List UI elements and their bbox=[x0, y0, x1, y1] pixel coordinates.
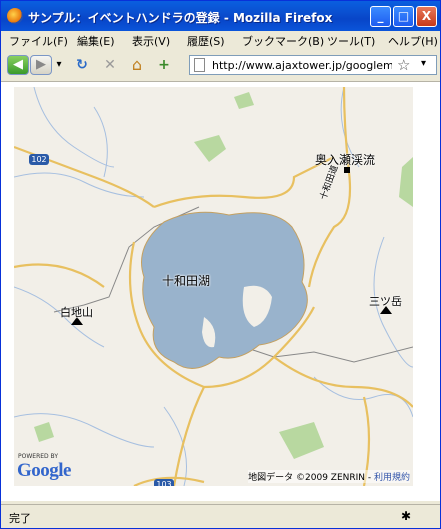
url-bar[interactable]: http://www.ajaxtower.jp/googlemap ☆ ▾ bbox=[189, 55, 437, 75]
addon-icon[interactable]: + bbox=[155, 56, 173, 74]
menu-file[interactable]: ファイル(F) bbox=[9, 33, 68, 49]
mitsudake-label: 三ツ岳 bbox=[369, 295, 402, 308]
route-103-label: 103 bbox=[156, 480, 172, 486]
google-logo[interactable]: Google bbox=[17, 460, 72, 482]
menu-help[interactable]: ヘルプ(H) bbox=[388, 33, 438, 49]
window-title: サンプル：イベントハンドラの登録 - Mozilla Firefox bbox=[28, 11, 333, 25]
forward-button[interactable]: ▶ bbox=[30, 55, 52, 75]
firefox-icon bbox=[7, 8, 23, 24]
google-map[interactable]: 十和田湖 奥入瀬渓流 十和田道 白地山 三ツ岳 102 103 POWERED … bbox=[14, 87, 413, 486]
close-button[interactable]: X bbox=[416, 6, 437, 27]
minimize-button[interactable]: _ bbox=[370, 6, 391, 27]
page-icon bbox=[194, 58, 205, 72]
copyright-text: 地図データ ©2009 ZENRIN - bbox=[248, 473, 374, 483]
reload-icon[interactable]: ↻ bbox=[73, 56, 91, 74]
menu-history[interactable]: 履歴(S) bbox=[187, 33, 225, 49]
menu-bookmarks[interactable]: ブックマーク(B) bbox=[242, 33, 324, 49]
title-bar[interactable]: サンプル：イベントハンドラの登録 - Mozilla Firefox _ □ X bbox=[1, 1, 440, 31]
route-102-label: 102 bbox=[31, 155, 47, 164]
lake-label: 十和田湖 bbox=[162, 274, 211, 288]
navigation-toolbar: ◀ ▶ ▾ ↻ ✕ ⌂ + http://www.ajaxtower.jp/go… bbox=[1, 49, 440, 82]
home-icon[interactable]: ⌂ bbox=[128, 56, 146, 74]
oirase-label: 奥入瀬渓流 bbox=[315, 153, 376, 167]
stop-icon[interactable]: ✕ bbox=[101, 56, 119, 74]
bookmark-star-icon[interactable]: ☆ bbox=[397, 56, 410, 74]
history-dropdown-icon[interactable]: ▾ bbox=[53, 56, 65, 74]
menu-edit[interactable]: 編集(E) bbox=[77, 33, 115, 49]
status-bar: 完了 ✱ bbox=[1, 504, 440, 528]
url-input[interactable]: http://www.ajaxtower.jp/googlemap bbox=[212, 59, 392, 72]
maximize-button[interactable]: □ bbox=[393, 6, 414, 27]
menu-tools[interactable]: ツール(T) bbox=[327, 33, 375, 49]
menu-bar: ファイル(F) 編集(E) 表示(V) 履歴(S) ブックマーク(B) ツール(… bbox=[1, 31, 440, 49]
bug-icon: ✱ bbox=[401, 509, 412, 523]
browser-window: サンプル：イベントハンドラの登録 - Mozilla Firefox _ □ X… bbox=[0, 0, 441, 529]
terms-link[interactable]: 利用規約 bbox=[374, 473, 410, 483]
place-marker-icon bbox=[344, 167, 350, 173]
page-content: 十和田湖 奥入瀬渓流 十和田道 白地山 三ツ岳 102 103 POWERED … bbox=[1, 82, 440, 501]
map-canvas bbox=[14, 87, 413, 486]
status-text: 完了 bbox=[9, 512, 31, 525]
map-copyright: 地図データ ©2009 ZENRIN - 利用規約 bbox=[248, 470, 410, 483]
powered-by-text: POWERED BY bbox=[18, 453, 59, 460]
back-button[interactable]: ◀ bbox=[7, 55, 29, 75]
menu-view[interactable]: 表示(V) bbox=[132, 33, 170, 49]
shirajiyama-label: 白地山 bbox=[60, 306, 93, 319]
url-dropdown-icon[interactable]: ▾ bbox=[421, 58, 426, 69]
